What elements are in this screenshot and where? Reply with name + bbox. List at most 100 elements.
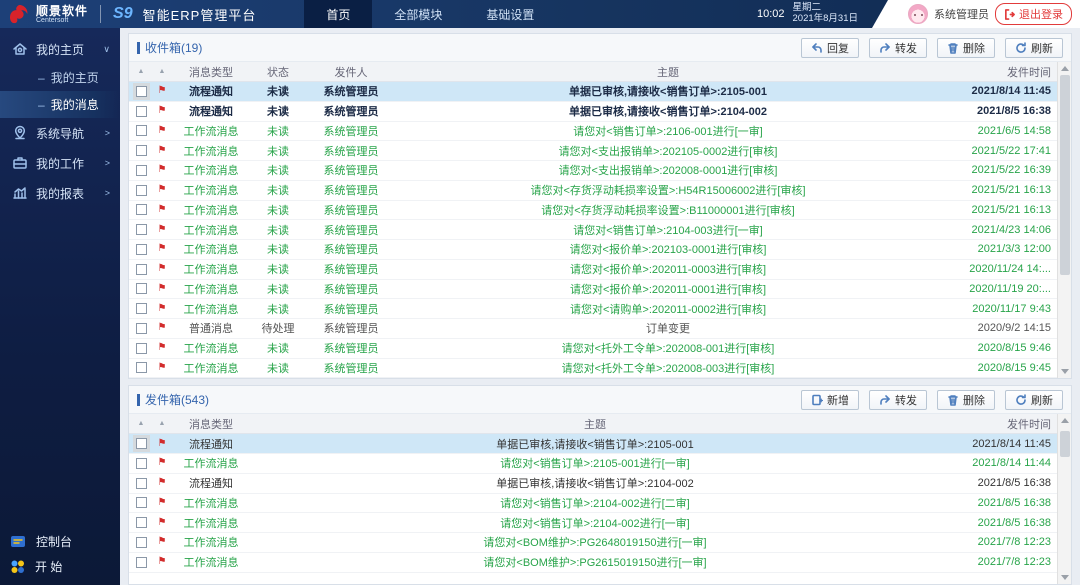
row-checkbox[interactable] (136, 224, 147, 235)
message-row[interactable]: ⚑ 工作流消息 未读 系统管理员 请您对<托外工令单>:202008-003进行… (129, 359, 1057, 379)
row-checkbox[interactable] (136, 478, 147, 489)
message-subject[interactable]: 请您对<支出报销单>:202105-0002进行[审核] (397, 143, 939, 159)
row-checkbox[interactable] (136, 264, 147, 275)
row-checkbox[interactable] (136, 106, 147, 117)
row-checkbox[interactable] (136, 438, 147, 449)
message-row[interactable]: ⚑ 工作流消息 未读 系统管理员 请您对<支出报销单>:202105-0002进… (129, 141, 1057, 161)
scroll-up-icon[interactable] (1061, 418, 1069, 423)
message-subject[interactable]: 请您对<报价单>:202011-0001进行[审核] (397, 281, 939, 297)
new-button[interactable]: 新增 (801, 390, 859, 410)
row-checkbox[interactable] (136, 362, 147, 373)
sidebar-item-my-reports[interactable]: 我的报表 > (0, 178, 120, 208)
sidebar-subitem-my-home[interactable]: 我的主页 (0, 64, 120, 91)
reply-button[interactable]: 回复 (801, 38, 859, 58)
message-subject[interactable]: 请您对<托外工令单>:202008-003进行[审核] (397, 360, 939, 376)
message-row[interactable]: ⚑ 工作流消息 未读 系统管理员 请您对<报价单>:202103-0001进行[… (129, 240, 1057, 260)
message-subject[interactable]: 请您对<请购单>:202011-0002进行[审核] (397, 301, 939, 317)
row-checkbox[interactable] (136, 125, 147, 136)
message-row[interactable]: ⚑ 工作流消息 请您对<销售订单>:2105-001进行[一审] 2021/8/… (129, 454, 1057, 474)
message-row[interactable]: ⚑ 流程通知 单据已审核,请接收<销售订单>:2105-001 2021/8/1… (129, 434, 1057, 454)
message-subject[interactable]: 单据已审核,请接收<销售订单>:2104-002 (397, 103, 939, 119)
tab-all-modules[interactable]: 全部模块 (372, 0, 464, 28)
forward-button[interactable]: 转发 (869, 38, 927, 58)
message-row[interactable]: ⚑ 流程通知 未读 系统管理员 单据已审核,请接收<销售订单>:2105-001… (129, 82, 1057, 102)
message-row[interactable]: ⚑ 工作流消息 未读 系统管理员 请您对<报价单>:202011-0001进行[… (129, 280, 1057, 300)
refresh-button[interactable]: 刷新 (1005, 38, 1063, 58)
logout-button[interactable]: 退出登录 (995, 3, 1072, 25)
message-row[interactable]: ⚑ 工作流消息 未读 系统管理员 请您对<托外工令单>:202008-001进行… (129, 339, 1057, 359)
column-type[interactable]: 消息类型 (171, 416, 251, 432)
outbox-scrollbar[interactable] (1057, 414, 1071, 584)
row-checkbox[interactable] (136, 145, 147, 156)
scroll-thumb[interactable] (1060, 75, 1070, 275)
select-all-mark[interactable]: ▲ (129, 420, 153, 427)
message-row[interactable]: ⚑ 工作流消息 未读 系统管理员 请您对<销售订单>:2106-001进行[一审… (129, 122, 1057, 142)
message-row[interactable]: ⚑ 流程通知 单据已审核,请接收<销售订单>:2104-002 2021/8/5… (129, 474, 1057, 494)
message-row[interactable]: ⚑ 工作流消息 未读 系统管理员 请您对<支出报销单>:202008-0001进… (129, 161, 1057, 181)
row-checkbox[interactable] (136, 204, 147, 215)
row-checkbox[interactable] (136, 557, 147, 568)
sidebar-item-my-work[interactable]: 我的工作 > (0, 148, 120, 178)
user-avatar[interactable] (908, 4, 928, 24)
sidebar-subitem-my-messages[interactable]: 我的消息 (0, 91, 120, 118)
message-subject[interactable]: 请您对<销售订单>:2104-002进行[一审] (251, 515, 939, 531)
row-checkbox[interactable] (136, 185, 147, 196)
message-subject[interactable]: 请您对<存货浮动耗损率设置>:H54R15006002进行[审核] (397, 182, 939, 198)
column-status[interactable]: 状态 (251, 64, 305, 80)
message-subject[interactable]: 请您对<BOM维护>:PG2648019150进行[一审] (251, 534, 939, 550)
message-subject[interactable]: 单据已审核,请接收<销售订单>:2104-002 (251, 475, 939, 491)
row-checkbox[interactable] (136, 537, 147, 548)
tab-home[interactable]: 首页 (304, 0, 372, 28)
message-row[interactable]: ⚑ 工作流消息 未读 系统管理员 请您对<请购单>:202011-0002进行[… (129, 299, 1057, 319)
priority-column-mark[interactable]: ▲ (153, 420, 171, 427)
row-checkbox[interactable] (136, 244, 147, 255)
message-subject[interactable]: 请您对<销售订单>:2105-001进行[一审] (251, 455, 939, 471)
message-subject[interactable]: 请您对<托外工令单>:202008-001进行[审核] (397, 340, 939, 356)
refresh-button[interactable]: 刷新 (1005, 390, 1063, 410)
select-all-mark[interactable]: ▲ (129, 68, 153, 75)
message-subject[interactable]: 请您对<支出报销单>:202008-0001进行[审核] (397, 162, 939, 178)
message-row[interactable]: ⚑ 工作流消息 请您对<销售订单>:2104-002进行[一审] 2021/8/… (129, 513, 1057, 533)
message-row[interactable]: ⚑ 工作流消息 未读 系统管理员 请您对<存货浮动耗损率设置>:H54R1500… (129, 181, 1057, 201)
message-subject[interactable]: 请您对<销售订单>:2104-002进行[二审] (251, 495, 939, 511)
row-checkbox[interactable] (136, 303, 147, 314)
column-subject[interactable]: 主题 (397, 64, 939, 80)
row-checkbox[interactable] (136, 343, 147, 354)
scroll-down-icon[interactable] (1061, 575, 1069, 580)
priority-column-mark[interactable]: ▲ (153, 68, 171, 75)
scroll-thumb[interactable] (1060, 431, 1070, 457)
row-checkbox[interactable] (136, 283, 147, 294)
message-subject[interactable]: 请您对<销售订单>:2106-001进行[一审] (397, 123, 939, 139)
column-time[interactable]: 发件时间 (939, 64, 1057, 80)
scroll-up-icon[interactable] (1061, 66, 1069, 71)
column-subject[interactable]: 主题 (251, 416, 939, 432)
column-time[interactable]: 发件时间 (939, 416, 1057, 432)
start-button[interactable]: 开 始 (0, 554, 120, 579)
message-row[interactable]: ⚑ 工作流消息 请您对<BOM维护>:PG2615019150进行[一审] 20… (129, 553, 1057, 573)
message-row[interactable]: ⚑ 流程通知 未读 系统管理员 单据已审核,请接收<销售订单>:2104-002… (129, 102, 1057, 122)
message-subject[interactable]: 单据已审核,请接收<销售订单>:2105-001 (397, 83, 939, 99)
delete-button[interactable]: 删除 (937, 390, 995, 410)
inbox-scrollbar[interactable] (1057, 62, 1071, 378)
row-checkbox[interactable] (136, 165, 147, 176)
scroll-down-icon[interactable] (1061, 369, 1069, 374)
sidebar-item-system-nav[interactable]: 系统导航 > (0, 118, 120, 148)
message-row[interactable]: ⚑ 工作流消息 未读 系统管理员 请您对<销售订单>:2104-003进行[一审… (129, 220, 1057, 240)
row-checkbox[interactable] (136, 86, 147, 97)
message-row[interactable]: ⚑ 工作流消息 请您对<BOM维护>:PG2648019150进行[一审] 20… (129, 533, 1057, 553)
message-row[interactable]: ⚑ 工作流消息 请您对<销售订单>:2104-002进行[二审] 2021/8/… (129, 494, 1057, 514)
column-sender[interactable]: 发件人 (305, 64, 397, 80)
message-row[interactable]: ⚑ 工作流消息 未读 系统管理员 请您对<存货浮动耗损率设置>:B1100000… (129, 201, 1057, 221)
message-subject[interactable]: 请您对<报价单>:202011-0003进行[审核] (397, 261, 939, 277)
message-row[interactable]: ⚑ 工作流消息 未读 系统管理员 请您对<报价单>:202011-0003进行[… (129, 260, 1057, 280)
sidebar-item-my-home[interactable]: 我的主页 ∨ (0, 34, 120, 64)
tab-base-settings[interactable]: 基础设置 (464, 0, 556, 28)
console-button[interactable]: 控制台 (0, 529, 120, 554)
delete-button[interactable]: 删除 (937, 38, 995, 58)
message-subject[interactable]: 请您对<BOM维护>:PG2615019150进行[一审] (251, 554, 939, 570)
column-type[interactable]: 消息类型 (171, 64, 251, 80)
message-subject[interactable]: 订单变更 (397, 320, 939, 336)
message-subject[interactable]: 请您对<报价单>:202103-0001进行[审核] (397, 241, 939, 257)
message-row[interactable]: ⚑ 普通消息 待处理 系统管理员 订单变更 2020/9/2 14:15 (129, 319, 1057, 339)
row-checkbox[interactable] (136, 497, 147, 508)
